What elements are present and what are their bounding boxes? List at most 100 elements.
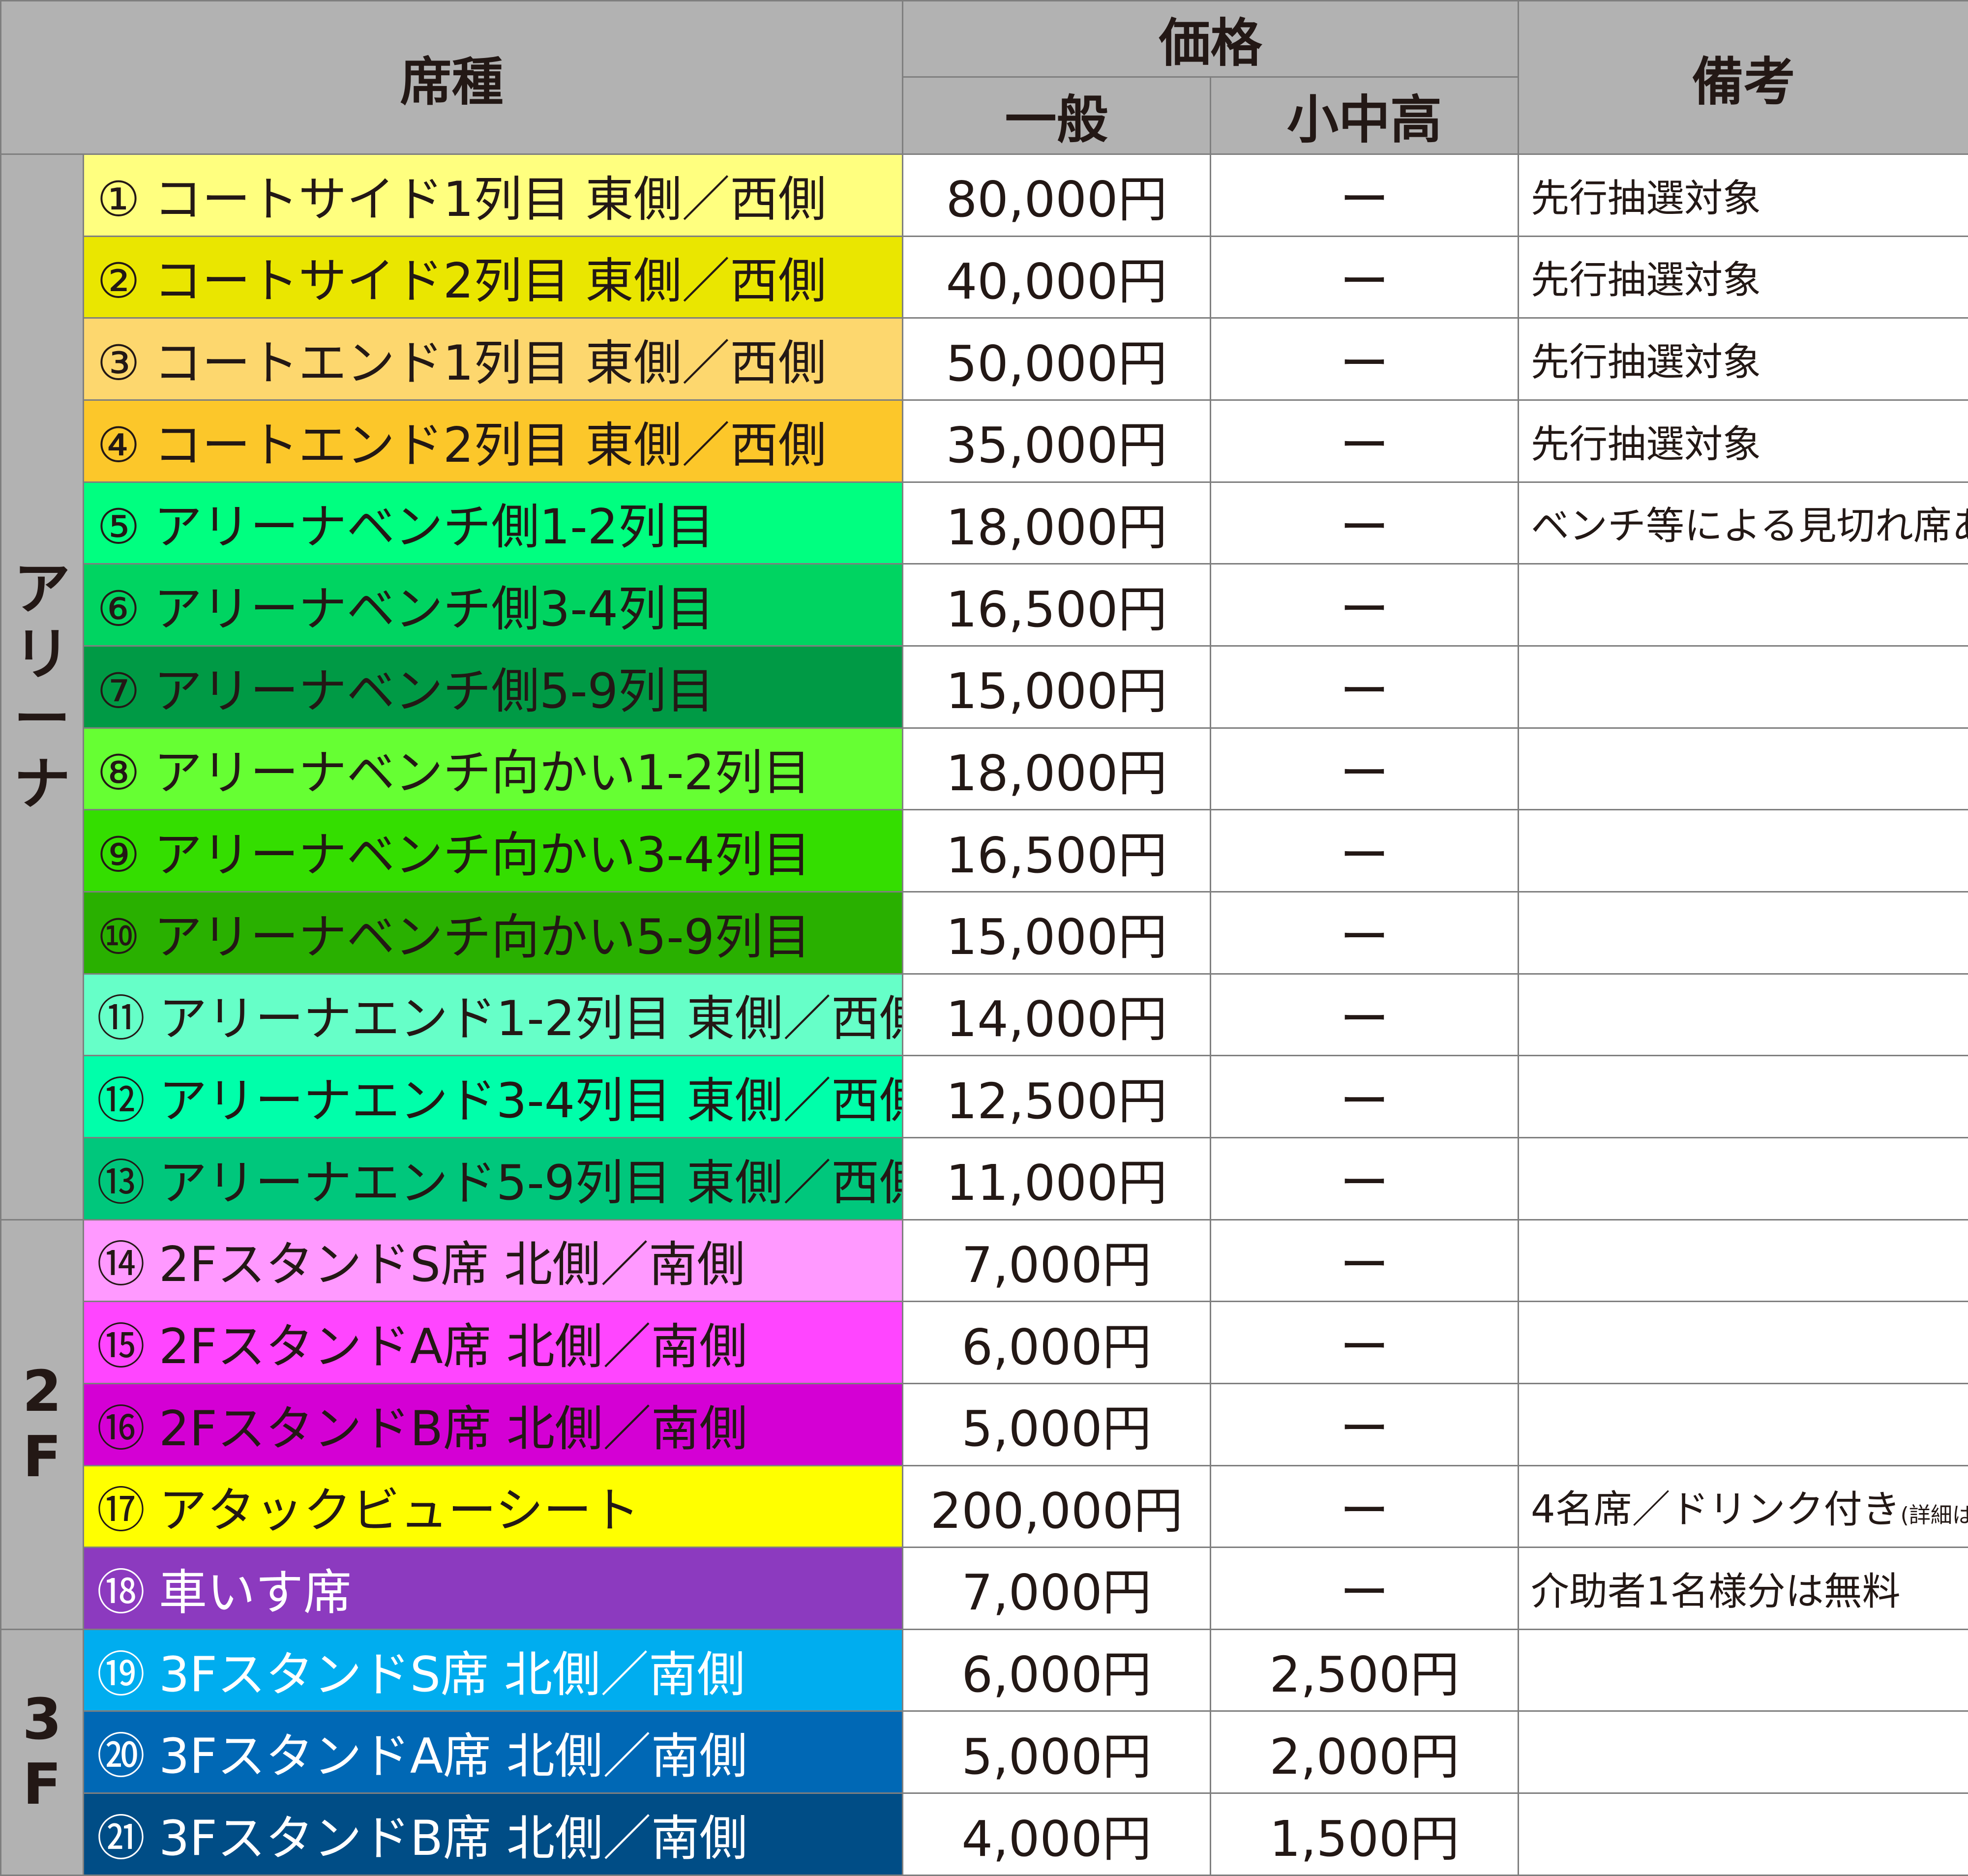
remarks-cell: 介助者1名様分は無料 [1518, 1547, 1968, 1630]
table-row: ③ コートエンド1列目 東側／西側 50,000円ー先行抽選対象 [1, 317, 1968, 401]
price-general: 6,000円 [902, 1628, 1212, 1712]
seat-type-cell: ⑮ 2FスタンドA席 北側／南側 [82, 1301, 904, 1384]
seat-type-cell: ④ コートエンド2列目 東側／西側 [82, 399, 904, 483]
seat-number: ⑬ [97, 1155, 146, 1211]
seat-type-cell: ⑯ 2FスタンドB席 北側／南側 [82, 1382, 904, 1466]
price-general: 50,000円 [902, 317, 1212, 401]
price-student: ー [1210, 727, 1520, 811]
remarks-cell [1518, 1792, 1968, 1876]
seat-type-cell: ⑩ アリーナベンチ向かい5-9列目 [82, 891, 904, 975]
remarks-cell [1518, 809, 1968, 893]
table-row: ⑩ アリーナベンチ向かい5-9列目 15,000円ー [1, 891, 1968, 975]
seat-label: アリーナベンチ側3-4列目 [153, 581, 715, 638]
price-general: 16,500円 [902, 563, 1212, 647]
price-general: 80,000円 [902, 153, 1212, 237]
seat-type-cell: ⑤ アリーナベンチ側1-2列目 [82, 481, 904, 565]
price-general: 5,000円 [902, 1382, 1212, 1466]
seat-label: アリーナベンチ側5-9列目 [153, 663, 715, 719]
seat-number: ⑨ [97, 827, 140, 884]
price-general: 40,000円 [902, 235, 1212, 319]
remarks-text: ベンチ等による見切れ席あり [1531, 504, 1968, 549]
seat-number: ⑳ [97, 1728, 146, 1785]
table-row: ② コートサイド2列目 東側／西側 40,000円ー先行抽選対象 [1, 235, 1968, 319]
price-student: 2,500円 [1210, 1628, 1520, 1712]
seat-type-cell: ⑥ アリーナベンチ側3-4列目 [82, 563, 904, 647]
seat-type-cell: ⑭ 2FスタンドS席 北側／南側 [82, 1219, 904, 1303]
seat-number: ① [97, 171, 140, 228]
seat-type-cell: ⑪ アリーナエンド1-2列目 東側／西側 [82, 973, 904, 1057]
price-general: 200,000円 [902, 1464, 1212, 1548]
table-row: ⑬ アリーナエンド5-9列目 東側／西側 11,000円ー [1, 1136, 1968, 1221]
table-row: ④ コートエンド2列目 東側／西側 35,000円ー先行抽選対象 [1, 399, 1968, 483]
seat-number: ⑭ [97, 1237, 146, 1293]
price-student: ー [1210, 1547, 1520, 1630]
price-student: ー [1210, 645, 1520, 729]
seat-label: コートサイド1列目 東側／西側 [153, 171, 827, 228]
remarks-cell [1518, 1382, 1968, 1466]
seat-type-cell: ⑬ アリーナエンド5-9列目 東側／西側 [82, 1136, 904, 1221]
remarks-small-text: (詳細は後日発表) [1900, 1503, 1968, 1528]
table-row: ⑰アタックビューシート200,000円ー 4名席／ドリンク付き(詳細は後日発表) [1, 1464, 1968, 1548]
price-student: 1,500円 [1210, 1792, 1520, 1876]
price-student: ー [1210, 481, 1520, 565]
seat-label: アリーナエンド1-2列目 東側／西側 [159, 991, 903, 1047]
price-general: 11,000円 [902, 1136, 1212, 1221]
remarks-cell [1518, 1301, 1968, 1384]
price-student: ー [1210, 973, 1520, 1057]
table-row: ⑪ アリーナエンド1-2列目 東側／西側 14,000円ー [1, 973, 1968, 1057]
seat-number: ⑤ [97, 499, 140, 556]
price-general: 18,000円 [902, 727, 1212, 811]
seat-type-cell: ⑨ アリーナベンチ向かい3-4列目 [82, 809, 904, 893]
price-student: ー [1210, 153, 1520, 237]
seat-label: 3FスタンドS席 北側／南側 [159, 1646, 745, 1703]
seat-label: アリーナベンチ向かい3-4列目 [153, 827, 811, 884]
remarks-cell [1518, 563, 1968, 647]
seat-number: ㉑ [97, 1811, 146, 1867]
seat-label: アリーナベンチ向かい5-9列目 [153, 909, 811, 965]
remarks-cell [1518, 1710, 1968, 1794]
seat-type-cell: ⑰ アタックビューシート [82, 1464, 904, 1548]
price-student: ー [1210, 809, 1520, 893]
price-student: ー [1210, 317, 1520, 401]
remarks-text: 先行抽選対象 [1531, 176, 1761, 221]
seat-type-cell: ㉑ 3FスタンドB席 北側／南側 [82, 1792, 904, 1876]
seat-label: 2FスタンドS席 北側／南側 [159, 1237, 745, 1293]
seat-label: 車いす席 [159, 1564, 352, 1621]
seat-number: ⑲ [97, 1646, 146, 1703]
seat-number: ⑪ [97, 991, 146, 1047]
seat-label: コートエンド2列目 東側／西側 [153, 417, 827, 474]
remarks-cell [1518, 891, 1968, 975]
seat-type-cell: ⑳ 3FスタンドA席 北側／南側 [82, 1710, 904, 1794]
remarks-cell [1518, 1219, 1968, 1303]
seat-number: ⑰ [97, 1483, 146, 1539]
seat-number: ⑩ [97, 909, 140, 965]
seat-type-cell: ⑱ 車いす席 [82, 1547, 904, 1630]
table-row: アリーナ ① コートサイド1列目 東側／西側 80,000円ー先行抽選対象 [0, 153, 1968, 1221]
remarks-text: 介助者1名様分は無料 [1531, 1569, 1901, 1614]
seat-type-cell: ⑦ アリーナベンチ側5-9列目 [82, 645, 904, 729]
table-row: ⑥ アリーナベンチ側3-4列目 16,500円ー [1, 563, 1968, 647]
seat-label: アリーナベンチ向かい1-2列目 [153, 745, 811, 802]
price-general: 7,000円 [902, 1547, 1212, 1630]
price-student: ー [1210, 399, 1520, 483]
price-general: 6,000円 [902, 1301, 1212, 1384]
price-general: 18,000円 [902, 481, 1212, 565]
remarks-cell: 4名席／ドリンク付き(詳細は後日発表) [1518, 1464, 1968, 1548]
table-row: ⑤アリーナベンチ側1-2列目18,000円ーベンチ等による見切れ席あり [1, 481, 1968, 565]
price-student: ー [1210, 563, 1520, 647]
price-general: 15,000円 [902, 645, 1212, 729]
table-row: 2 F ⑭ 2FスタンドS席 北側／南側 7,000円ー [0, 1219, 1968, 1630]
seat-number: ⑫ [97, 1073, 146, 1130]
remarks-cell [1518, 645, 1968, 729]
seat-type-cell: ③ コートエンド1列目 東側／西側 [82, 317, 904, 401]
seat-number: ⑥ [97, 581, 140, 638]
group-label-2f: 2F [0, 1219, 84, 1630]
remarks-text: 先行抽選対象 [1531, 422, 1761, 467]
group-label-text: 2F [22, 1359, 62, 1490]
table-row: ⑳ 3FスタンドA席 北側／南側 5,000円 2,000円 [1, 1710, 1968, 1794]
seat-label: アタックビューシート [159, 1483, 640, 1539]
seat-number: ⑮ [97, 1319, 146, 1375]
seat-label: コートサイド2列目 東側／西側 [153, 253, 827, 310]
seat-label: 2FスタンドB席 北側／南側 [159, 1400, 748, 1457]
seat-type-cell: ② コートサイド2列目 東側／西側 [82, 235, 904, 319]
